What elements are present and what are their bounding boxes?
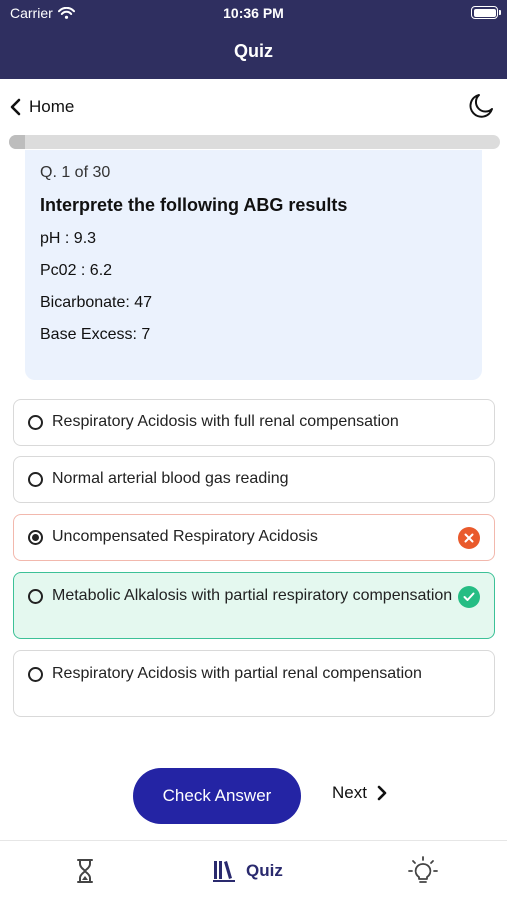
question-detail-pco2: Pc02 : 6.2 bbox=[40, 262, 113, 279]
radio-selected-icon bbox=[28, 530, 43, 545]
next-button[interactable]: Next bbox=[332, 783, 387, 803]
back-button[interactable]: Home bbox=[10, 97, 74, 117]
question-detail-bicarbonate: Bicarbonate: 47 bbox=[40, 294, 153, 311]
page-title: Quiz bbox=[234, 41, 273, 61]
answer-option-label: Respiratory Acidosis with full renal com… bbox=[52, 413, 399, 430]
back-label: Home bbox=[29, 97, 75, 116]
battery-icon bbox=[471, 6, 501, 19]
radio-icon bbox=[28, 415, 43, 430]
question-detail-ph: pH : 9.3 bbox=[40, 230, 97, 247]
answer-option-label: Normal arterial blood gas reading bbox=[52, 470, 289, 487]
progress-fill bbox=[9, 135, 26, 149]
answer-option-2[interactable]: Normal arterial blood gas reading bbox=[13, 456, 495, 503]
answer-option-label: Respiratory Acidosis with partial renal … bbox=[52, 665, 422, 682]
question-card: Q. 1 of 30 Interprete the following ABG … bbox=[25, 150, 482, 380]
answer-option-label: Metabolic Alkalosis with partial respira… bbox=[52, 587, 453, 604]
next-label: Next bbox=[332, 783, 367, 802]
radio-icon bbox=[28, 667, 43, 682]
tab-quiz[interactable]: Quiz bbox=[212, 841, 283, 901]
app-header: Carrier 10:36 PM Quiz bbox=[0, 0, 507, 79]
answer-option-label: Uncompensated Respiratory Acidosis bbox=[52, 528, 318, 545]
books-icon bbox=[213, 861, 235, 882]
answer-option-5[interactable]: Respiratory Acidosis with partial renal … bbox=[13, 650, 495, 717]
status-time: 10:36 PM bbox=[223, 5, 284, 21]
chevron-left-icon bbox=[10, 98, 21, 116]
radio-icon bbox=[28, 472, 43, 487]
question-title: Interprete the following ABG results bbox=[40, 195, 348, 215]
tab-quiz-label: Quiz bbox=[246, 861, 283, 880]
radio-icon bbox=[28, 589, 43, 604]
lightbulb-icon bbox=[408, 856, 438, 883]
hourglass-icon bbox=[77, 859, 93, 883]
tab-timer[interactable] bbox=[76, 841, 94, 901]
check-answer-button[interactable]: Check Answer bbox=[133, 768, 301, 824]
sub-nav: Home bbox=[0, 79, 507, 135]
answer-option-4[interactable]: Metabolic Alkalosis with partial respira… bbox=[13, 572, 495, 639]
answer-option-1[interactable]: Respiratory Acidosis with full renal com… bbox=[13, 399, 495, 446]
question-detail-base-excess: Base Excess: 7 bbox=[40, 326, 151, 343]
incorrect-icon bbox=[458, 527, 480, 549]
answer-option-3[interactable]: Uncompensated Respiratory Acidosis bbox=[13, 514, 495, 561]
tab-bar: Quiz bbox=[0, 840, 507, 900]
quiz-progress-bar bbox=[9, 135, 500, 149]
moon-icon[interactable] bbox=[467, 92, 495, 120]
correct-icon bbox=[458, 586, 480, 608]
tab-tips[interactable] bbox=[408, 841, 438, 901]
question-number: Q. 1 of 30 bbox=[40, 164, 111, 181]
chevron-right-icon bbox=[377, 785, 387, 801]
